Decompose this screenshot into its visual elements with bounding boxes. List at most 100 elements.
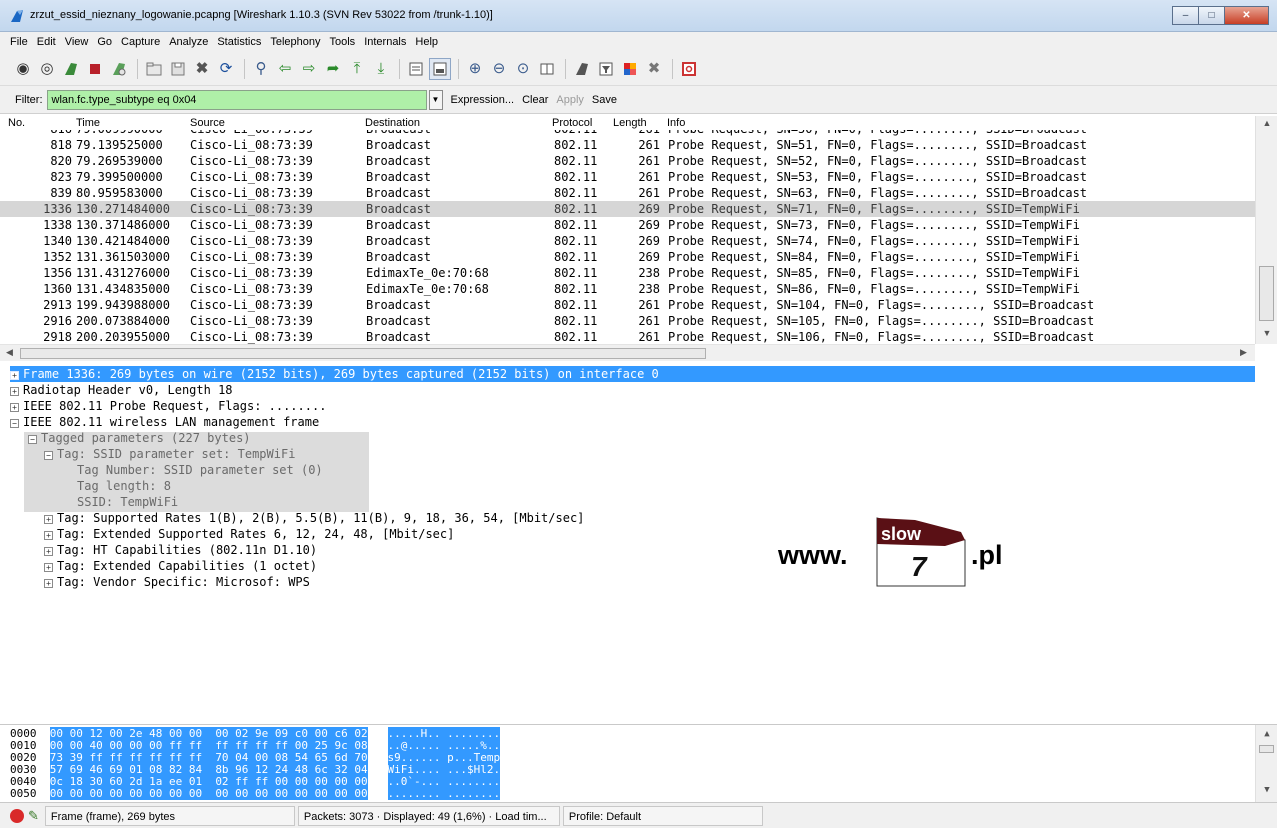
maximize-button[interactable]: □	[1198, 6, 1225, 25]
detail-tagged-params[interactable]: − Tagged parameters (227 bytes)	[28, 430, 251, 446]
back-icon[interactable]: ⇦	[274, 58, 296, 80]
resize-columns-icon[interactable]	[536, 58, 558, 80]
expand-icon[interactable]: +	[10, 403, 19, 412]
column-header-time[interactable]: Time	[76, 117, 100, 129]
packet-list-scrollbar[interactable]: ▲ ▼	[1255, 116, 1277, 344]
packet-row[interactable]: 2916 200.073884000 Cisco-Li_08:73:39 Broadc…	[0, 313, 1255, 329]
preferences-icon[interactable]: ✖	[643, 58, 665, 80]
column-header-length[interactable]: Length	[613, 117, 647, 129]
zoom-normal-icon[interactable]: ⊙	[512, 58, 534, 80]
detail-ssid[interactable]: SSID: TempWiFi	[77, 494, 178, 510]
menu-go[interactable]: Go	[97, 36, 112, 48]
expand-icon[interactable]: +	[10, 371, 19, 380]
start-icon[interactable]	[60, 58, 82, 80]
collapse-icon[interactable]: −	[44, 451, 53, 460]
scroll-down-arrow-icon[interactable]: ▼	[1256, 328, 1277, 338]
expand-icon[interactable]: +	[44, 531, 53, 540]
coloring-rules-icon[interactable]	[619, 58, 641, 80]
expand-icon[interactable]: +	[44, 563, 53, 572]
open-icon[interactable]	[143, 58, 165, 80]
close-button[interactable]: ✕	[1224, 6, 1269, 25]
hscrollbar-thumb[interactable]	[20, 348, 706, 359]
menu-view[interactable]: View	[65, 36, 89, 48]
expand-icon[interactable]: +	[44, 579, 53, 588]
clear-button[interactable]: Clear	[522, 94, 548, 106]
save-button[interactable]: Save	[592, 94, 617, 106]
filter-input[interactable]: wlan.fc.type_subtype eq 0x04	[46, 89, 427, 110]
detail-ht-cap[interactable]: + Tag: HT Capabilities (802.11n D1.10)	[44, 542, 317, 558]
column-header-source[interactable]: Source	[190, 117, 225, 129]
hex-scrollbar[interactable]: ▲ ▼	[1255, 725, 1277, 802]
expand-icon[interactable]: +	[10, 387, 19, 396]
minimize-button[interactable]: –	[1172, 6, 1199, 25]
packet-row[interactable]: 1352 131.361503000 Cisco-Li_08:73:39 Broadc…	[0, 249, 1255, 265]
detail-tag-length[interactable]: Tag length: 8	[77, 478, 171, 494]
packet-row-partial[interactable]: 816 79.009990000 Cisco-Li_08:73:39 Broadcas…	[0, 130, 1255, 137]
column-header-no[interactable]: No.	[8, 117, 25, 129]
menu-internals[interactable]: Internals	[364, 36, 406, 48]
scroll-right-arrow-icon[interactable]: ▶	[1240, 347, 1247, 358]
packet-row[interactable]: 823 79.399500000 Cisco-Li_08:73:39 Broadcas…	[0, 169, 1255, 185]
packet-row[interactable]: 1340 130.421484000 Cisco-Li_08:73:39 Broadc…	[0, 233, 1255, 249]
first-icon[interactable]: ⤒	[346, 58, 368, 80]
scrollbar-thumb[interactable]	[1259, 745, 1274, 753]
packet-row[interactable]: 818 79.139525000 Cisco-Li_08:73:39 Broadcas…	[0, 137, 1255, 153]
menu-help[interactable]: Help	[415, 36, 438, 48]
menu-tools[interactable]: Tools	[330, 36, 356, 48]
expression-button[interactable]: Expression...	[451, 94, 515, 106]
detail-supported-rates[interactable]: + Tag: Supported Rates 1(B), 2(B), 5.5(B)…	[44, 510, 584, 526]
scroll-left-arrow-icon[interactable]: ◀	[6, 347, 13, 358]
packet-row[interactable]: 1356 131.431276000 Cisco-Li_08:73:39 Edimax…	[0, 265, 1255, 281]
menu-capture[interactable]: Capture	[121, 36, 160, 48]
scrollbar-thumb[interactable]	[1259, 266, 1274, 321]
autoscroll-icon[interactable]	[429, 57, 451, 80]
capture-filters-icon[interactable]	[571, 58, 593, 80]
forward-icon[interactable]: ⇨	[298, 58, 320, 80]
detail-radiotap[interactable]: + Radiotap Header v0, Length 18	[10, 382, 233, 398]
save-icon[interactable]	[167, 58, 189, 80]
zoom-out-icon[interactable]: ⊖	[488, 58, 510, 80]
display-filters-icon[interactable]	[595, 58, 617, 80]
detail-ext-rates[interactable]: + Tag: Extended Supported Rates 6, 12, 24…	[44, 526, 454, 542]
collapse-icon[interactable]: −	[28, 435, 37, 444]
help-icon[interactable]	[678, 58, 700, 80]
status-profile[interactable]: Profile: Default	[562, 805, 763, 826]
detail-ext-cap[interactable]: + Tag: Extended Capabilities (1 octet)	[44, 558, 317, 574]
packet-row[interactable]: 2918 200.203955000 Cisco-Li_08:73:39 Broadc…	[0, 329, 1255, 344]
detail-wlan-mgmt[interactable]: − IEEE 802.11 wireless LAN management fra…	[10, 414, 319, 430]
column-header-protocol[interactable]: Protocol	[552, 117, 592, 129]
options-icon[interactable]: ◎	[36, 58, 58, 80]
menu-analyze[interactable]: Analyze	[169, 36, 208, 48]
filter-dropdown-button[interactable]: ▼	[428, 89, 443, 110]
menu-telephony[interactable]: Telephony	[270, 36, 320, 48]
last-icon[interactable]: ⤓	[370, 58, 392, 80]
scroll-up-arrow-icon[interactable]: ▲	[1256, 729, 1277, 739]
colorize-icon[interactable]	[405, 58, 427, 80]
close-file-icon[interactable]: ✖	[191, 58, 213, 80]
column-header-info[interactable]: Info	[667, 117, 685, 129]
find-icon[interactable]: ⚲	[250, 58, 272, 80]
packet-list-hscrollbar[interactable]: ◀ ▶	[0, 344, 1255, 361]
packet-row[interactable]: 839 80.959583000 Cisco-Li_08:73:39 Broadcas…	[0, 185, 1255, 201]
menu-file[interactable]: File	[10, 36, 28, 48]
goto-icon[interactable]: ➦	[322, 58, 344, 80]
capture-comment-icon[interactable]: ✎	[28, 808, 39, 824]
stop-icon[interactable]	[84, 58, 106, 80]
packet-row[interactable]: 820 79.269539000 Cisco-Li_08:73:39 Broadcas…	[0, 153, 1255, 169]
scroll-down-arrow-icon[interactable]: ▼	[1256, 785, 1277, 795]
packet-row[interactable]: 1360 131.434835000 Cisco-Li_08:73:39 Edimax…	[0, 281, 1255, 297]
interfaces-icon[interactable]: ◉	[12, 58, 34, 80]
column-header-destination[interactable]: Destination	[365, 117, 420, 129]
detail-tag-number[interactable]: Tag Number: SSID parameter set (0)	[77, 462, 323, 478]
detail-80211-probe[interactable]: + IEEE 802.11 Probe Request, Flags: .....…	[10, 398, 326, 414]
detail-vendor[interactable]: + Tag: Vendor Specific: Microsof: WPS	[44, 574, 310, 590]
packet-row[interactable]: 1336 130.271484000 Cisco-Li_08:73:39 Broadc…	[0, 201, 1255, 217]
menu-edit[interactable]: Edit	[37, 36, 56, 48]
collapse-icon[interactable]: −	[10, 419, 19, 428]
expand-icon[interactable]: +	[44, 547, 53, 556]
menu-statistics[interactable]: Statistics	[217, 36, 261, 48]
expert-info-icon[interactable]	[10, 808, 24, 823]
reload-icon[interactable]: ⟳	[215, 58, 237, 80]
packet-row[interactable]: 1338 130.371486000 Cisco-Li_08:73:39 Broadc…	[0, 217, 1255, 233]
hex-bytes[interactable]: 00 00 00 00 00 00 00 00 00 00 00 00 00 0…	[49, 787, 368, 800]
